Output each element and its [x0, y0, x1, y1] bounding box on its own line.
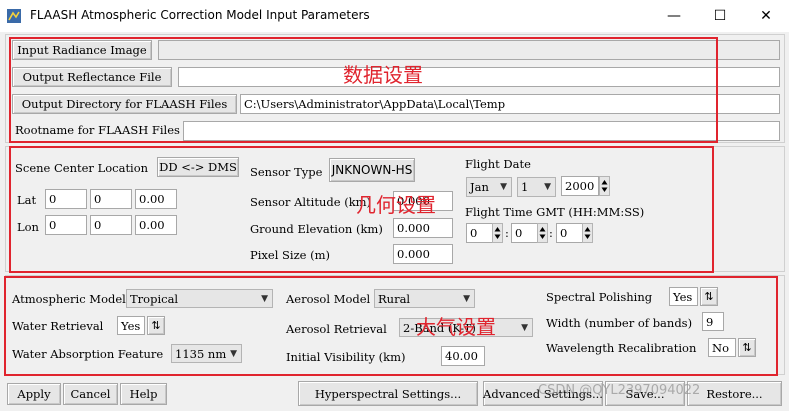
- maximize-button[interactable]: ☐: [697, 0, 743, 32]
- minimize-button[interactable]: —: [651, 0, 697, 32]
- envi-app-icon: [7, 9, 21, 23]
- window-title: FLAASH Atmospheric Correction Model Inpu…: [30, 8, 370, 22]
- hyperspectral-settings-button[interactable]: Hyperspectral Settings...: [298, 381, 478, 406]
- atmosphere-settings-highlight: [4, 276, 778, 376]
- data-settings-annotation: 数据设置: [343, 63, 423, 87]
- help-button[interactable]: Help: [120, 383, 167, 405]
- cancel-button[interactable]: Cancel: [63, 383, 118, 405]
- atmosphere-settings-annotation: 大气设置: [416, 315, 496, 339]
- restore-button[interactable]: Restore...: [687, 381, 782, 406]
- csdn-watermark: CSDN @QYL2397094022: [538, 383, 701, 398]
- apply-button[interactable]: Apply: [7, 383, 61, 405]
- geometry-settings-annotation: 几何设置: [356, 193, 436, 217]
- data-settings-highlight: [9, 37, 718, 143]
- close-button[interactable]: ✕: [743, 0, 789, 32]
